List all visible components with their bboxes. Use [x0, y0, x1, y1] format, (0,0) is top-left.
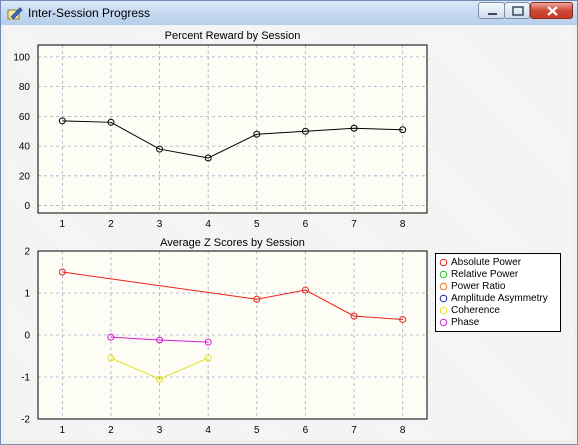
- legend-marker: [439, 318, 448, 327]
- zscore-x-tick-label: 3: [157, 425, 163, 436]
- legend-label: Absolute Power: [451, 257, 522, 268]
- legend-label: Phase: [451, 317, 480, 328]
- legend-item: Power Ratio: [439, 281, 560, 293]
- zscore-x-tick-label: 2: [108, 425, 114, 436]
- zscore-y-tick-label: 1: [24, 289, 30, 300]
- reward-x-tick-label: 3: [157, 219, 163, 230]
- legend-item: Amplitude Asymmetry: [439, 293, 560, 305]
- zscore-y-tick-label: -2: [21, 415, 30, 426]
- legend-label: Coherence: [451, 305, 500, 316]
- close-button[interactable]: [530, 2, 573, 19]
- zscore-y-tick-label: 2: [24, 247, 30, 258]
- reward-y-tick-label: 60: [19, 112, 31, 123]
- pencil-document-icon: [7, 5, 23, 21]
- reward-y-tick-label: 80: [19, 82, 31, 93]
- reward-y-tick-label: 100: [13, 52, 30, 63]
- legend-marker: [439, 306, 448, 315]
- legend-marker: [439, 270, 448, 279]
- reward-y-tick-label: 40: [19, 142, 31, 153]
- maximize-button[interactable]: [504, 2, 530, 19]
- zscore-x-tick-label: 5: [254, 425, 260, 436]
- reward-x-tick-label: 6: [303, 219, 309, 230]
- reward-chart-title: Percent Reward by Session: [165, 30, 301, 42]
- chart-area: Percent Reward by Session 1 2 3 4 5 6 7 8 0 20 40 60…: [5, 26, 573, 440]
- reward-x-tick-label: 7: [351, 219, 357, 230]
- legend-marker: [439, 282, 448, 291]
- zscore-chart-title: Average Z Scores by Session: [160, 237, 305, 249]
- legend-label: Amplitude Asymmetry: [451, 293, 548, 304]
- reward-x-tick-label: 8: [400, 219, 406, 230]
- legend-item: Phase: [439, 317, 560, 329]
- reward-y-tick-label: 0: [24, 201, 30, 212]
- reward-x-tick-label: 4: [205, 219, 211, 230]
- legend-item: Relative Power: [439, 269, 560, 281]
- zscore-x-tick-label: 6: [303, 425, 309, 436]
- legend-label: Power Ratio: [451, 281, 506, 292]
- zscore-x-tick-label: 7: [351, 425, 357, 436]
- legend-item: Absolute Power: [439, 257, 560, 269]
- charts-canvas: Percent Reward by Session1 2 3 4 5 6 7 80204060…: [13, 30, 428, 436]
- zscore-x-tick-label: 4: [205, 425, 211, 436]
- zscore-x-tick-label: 1: [60, 425, 66, 436]
- reward-x-tick-label: 1: [60, 219, 66, 230]
- legend-item: Coherence: [439, 305, 560, 317]
- legend-marker: [439, 258, 448, 267]
- zscore-x-tick-label: 8: [400, 425, 406, 436]
- reward-x-tick-label: 5: [254, 219, 260, 230]
- chart-legend: Absolute Power Relative Power Power Ratio A…: [435, 253, 561, 332]
- window-title: Inter-Session Progress: [28, 6, 151, 20]
- legend-label: Relative Power: [451, 269, 519, 280]
- app-window: Inter-Session Progress Percent Reward by…: [0, 0, 578, 445]
- title-bar[interactable]: Inter-Session Progress: [1, 1, 577, 25]
- minimize-button[interactable]: [478, 2, 505, 19]
- zscore-y-tick-label: -1: [21, 373, 30, 384]
- reward-x-tick-label: 2: [108, 219, 114, 230]
- legend-marker: [439, 294, 448, 303]
- zscore-y-tick-label: 0: [24, 331, 30, 342]
- reward-y-tick-label: 20: [19, 171, 31, 182]
